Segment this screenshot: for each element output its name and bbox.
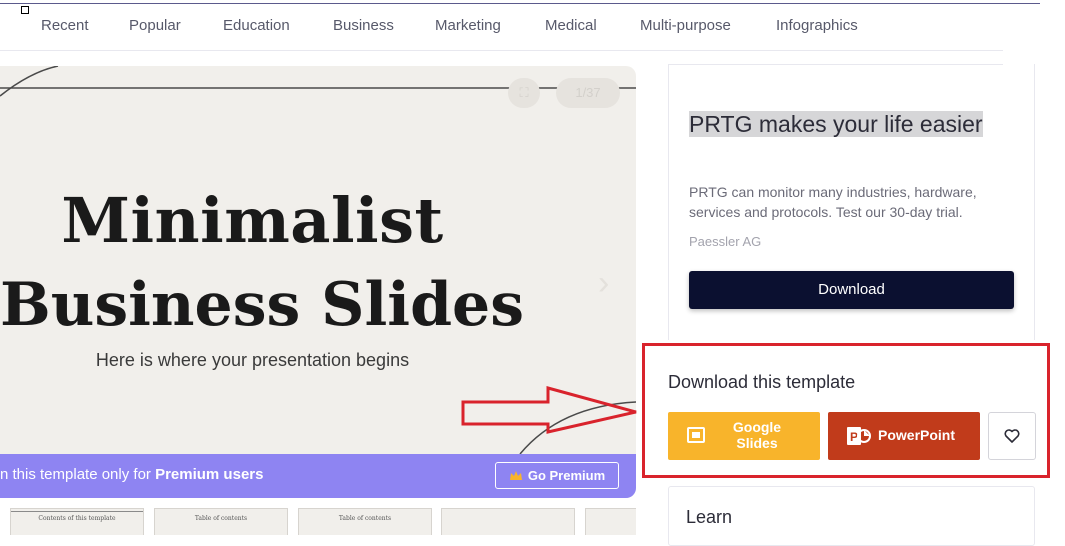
nav-divider	[0, 50, 1003, 51]
annotation-arrow	[461, 386, 637, 434]
powerpoint-button[interactable]: P PowerPoint	[828, 412, 980, 460]
premium-text-prefix: n this template only for	[0, 466, 156, 483]
thumbnail-label: Table of contents	[338, 515, 392, 522]
premium-banner: n this template only for Premium users G…	[0, 454, 636, 498]
thumbnail[interactable]: Table of contents	[298, 508, 432, 535]
heart-icon	[1004, 429, 1020, 443]
slide-title-line1: Minimalist	[61, 184, 444, 257]
premium-text-bold: Premium users	[155, 466, 264, 483]
crown-icon	[509, 470, 522, 480]
nav-item-infographics[interactable]: Infographics	[776, 17, 858, 34]
slide-counter: 1/37	[556, 78, 620, 108]
favorite-button[interactable]	[988, 412, 1036, 460]
nav-item-business[interactable]: Business	[333, 17, 394, 34]
download-section-title: Download this template	[668, 372, 856, 392]
go-premium-label: Go Premium	[527, 468, 606, 483]
ad-company: Paessler AG	[689, 234, 762, 249]
slides-icon	[687, 427, 705, 443]
nav-item-multi-purpose[interactable]: Multi-purpose	[640, 17, 731, 34]
chevron-right-icon[interactable]: ›	[598, 264, 609, 303]
go-premium-button[interactable]: Go Premium	[495, 462, 619, 489]
powerpoint-icon: P	[847, 427, 871, 445]
category-nav: Recent Popular Education Business Market…	[0, 10, 1000, 40]
learn-card: Learn	[668, 486, 1035, 546]
slide-subtitle: Here is where your presentation begins	[95, 350, 410, 370]
thumbnail-label: Table of contents	[194, 515, 248, 522]
nav-item-popular[interactable]: Popular	[129, 17, 181, 34]
thumbnail-decoration	[11, 511, 143, 512]
nav-item-medical[interactable]: Medical	[545, 17, 597, 34]
ad-title-text: PRTG makes your life easier	[689, 111, 983, 137]
ad-card: PRTG makes your life easier PRTG can mon…	[668, 64, 1035, 340]
svg-text:P: P	[850, 430, 858, 444]
nav-item-education[interactable]: Education	[223, 17, 290, 34]
google-slides-label: Google Slides	[732, 419, 782, 451]
premium-text: n this template only for Premium users	[0, 466, 263, 483]
ad-title[interactable]: PRTG makes your life easier	[689, 108, 989, 140]
ad-description: PRTG can monitor many industries, hardwa…	[689, 184, 977, 220]
google-slides-button[interactable]: Google Slides	[668, 412, 820, 460]
fullscreen-icon[interactable]: ⛶	[508, 78, 540, 108]
nav-item-marketing[interactable]: Marketing	[435, 17, 501, 34]
powerpoint-label: PowerPoint	[878, 427, 956, 443]
thumbnail[interactable]	[585, 508, 636, 535]
top-border	[0, 3, 1040, 4]
slide-title-line2: Business Slides	[0, 270, 524, 340]
nav-item-recent[interactable]: Recent	[41, 17, 89, 34]
thumbnail-label: Contents of this template	[38, 515, 116, 522]
thumbnail[interactable]: Table of contents	[154, 508, 288, 535]
ad-download-button[interactable]: Download	[689, 271, 1014, 309]
thumbnail-strip: Contents of this template Table of conte…	[0, 508, 636, 535]
learn-title: Learn	[686, 507, 733, 527]
thumbnail[interactable]	[441, 508, 575, 535]
thumbnail[interactable]: Contents of this template	[10, 508, 144, 535]
